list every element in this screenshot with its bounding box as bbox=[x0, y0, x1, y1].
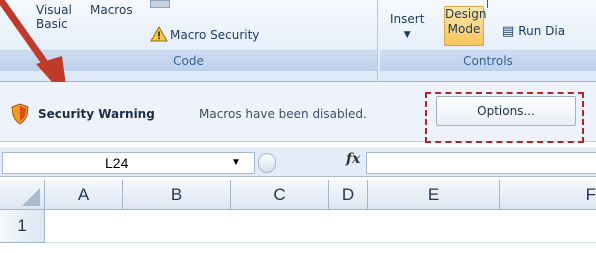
select-all-corner[interactable] bbox=[0, 180, 45, 209]
run-dialog-button[interactable]: ▤ Run Dia bbox=[502, 24, 565, 39]
name-box-dropdown-icon[interactable]: ▼ bbox=[231, 157, 241, 168]
column-header-d[interactable]: D bbox=[329, 180, 368, 209]
macro-security-button[interactable]: Macro Security bbox=[150, 25, 260, 42]
insert-function-icon[interactable]: fx bbox=[346, 151, 360, 167]
run-dialog-label: Run Dia bbox=[518, 24, 566, 38]
formula-bar-separator bbox=[258, 153, 276, 173]
macros-icon bbox=[150, 0, 170, 8]
security-warning-message: Macros have been disabled. bbox=[199, 107, 367, 121]
column-header-c[interactable]: C bbox=[231, 180, 329, 209]
formula-input[interactable] bbox=[366, 152, 596, 174]
column-header-f[interactable]: F bbox=[500, 180, 596, 209]
run-dialog-icon: ▤ bbox=[502, 24, 515, 39]
chevron-down-icon: ▼ bbox=[403, 30, 411, 40]
design-mode-label: Design Mode bbox=[445, 7, 487, 36]
properties-icon bbox=[487, 0, 494, 8]
design-mode-button[interactable]: Design Mode bbox=[444, 6, 487, 46]
select-all-icon bbox=[22, 188, 40, 206]
security-warning-bar: Security Warning Macros have been disabl… bbox=[0, 82, 596, 142]
macro-security-label: Macro Security bbox=[170, 28, 260, 42]
shield-icon bbox=[11, 103, 29, 125]
excel-window: Visual Basic Macros Macro Security Code … bbox=[0, 0, 596, 253]
options-button[interactable]: Options... bbox=[436, 96, 576, 126]
controls-group: Insert ▼ Controls bbox=[380, 0, 596, 81]
column-header-e[interactable]: E bbox=[368, 180, 500, 209]
row-header-1[interactable]: 1 bbox=[0, 210, 45, 243]
column-header-bar: A B C D E F bbox=[0, 180, 596, 210]
controls-group-label: Controls bbox=[380, 50, 596, 71]
name-box-value: L24 bbox=[105, 155, 129, 171]
formula-bar: L24 ▼ fx bbox=[0, 147, 596, 177]
worksheet-row[interactable] bbox=[45, 210, 596, 243]
security-warning-title: Security Warning bbox=[38, 107, 155, 121]
warning-icon bbox=[150, 25, 168, 42]
insert-label: Insert bbox=[390, 12, 425, 26]
name-box[interactable]: L24 ▼ bbox=[2, 152, 255, 174]
column-header-a[interactable]: A bbox=[45, 180, 123, 209]
insert-control-button[interactable]: Insert ▼ bbox=[390, 12, 424, 42]
column-header-b[interactable]: B bbox=[123, 180, 231, 209]
